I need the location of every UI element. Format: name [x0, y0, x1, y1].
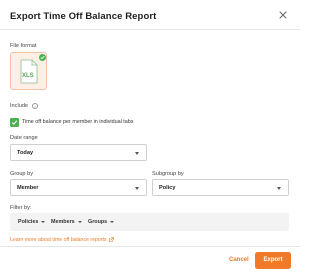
include-tabs-label: Time off balance per member in individua… — [22, 119, 134, 125]
include-label: Include — [10, 103, 29, 109]
info-icon[interactable]: i — [32, 103, 38, 109]
learn-more-link[interactable]: Learn more about time off balance report… — [10, 237, 114, 244]
chevron-down-icon — [135, 186, 139, 190]
export-report-dialog: Export Time Off Balance Report File form… — [0, 0, 300, 276]
group-by-value: Member — [17, 185, 39, 191]
date-range-value: Today — [17, 150, 34, 156]
cancel-button[interactable]: Cancel — [229, 257, 249, 263]
date-range-label: Date range — [10, 135, 38, 141]
filter-by-label: Filter by: — [10, 205, 32, 211]
footer-divider — [0, 246, 300, 247]
file-format-xls-option[interactable]: XLS — [10, 52, 47, 90]
chevron-down-icon — [41, 220, 46, 223]
include-tabs-checkbox[interactable] — [10, 118, 19, 127]
filter-policies-dropdown[interactable]: Policies — [18, 219, 46, 225]
filter-members-dropdown[interactable]: Members — [51, 219, 82, 225]
file-format-label: File format — [10, 43, 37, 49]
external-link-icon — [108, 237, 114, 244]
subgroup-by-value: Policy — [159, 185, 176, 191]
chevron-down-icon — [110, 220, 115, 223]
subgroup-by-label: Subgroup by — [152, 171, 184, 177]
chevron-down-icon — [77, 220, 82, 223]
filter-policies-label: Policies — [18, 219, 39, 225]
subgroup-by-select[interactable]: Policy — [152, 179, 289, 196]
chevron-down-icon — [135, 151, 139, 155]
group-by-label: Group by — [10, 171, 34, 177]
file-format-xls-label: XLS — [22, 73, 34, 79]
header-divider — [0, 29, 300, 30]
group-by-select[interactable]: Member — [10, 179, 147, 196]
selected-check-icon — [39, 54, 46, 61]
chevron-down-icon — [277, 186, 281, 190]
filter-members-label: Members — [51, 219, 75, 225]
filter-bar: Policies Members Groups — [10, 213, 289, 231]
date-range-select[interactable]: Today — [10, 144, 147, 161]
filter-groups-dropdown[interactable]: Groups — [88, 219, 115, 225]
close-icon[interactable] — [277, 9, 289, 21]
export-button[interactable]: Export — [255, 252, 291, 269]
dialog-title: Export Time Off Balance Report — [10, 11, 157, 22]
learn-more-text: Learn more about time off balance report… — [10, 237, 107, 243]
filter-groups-label: Groups — [88, 219, 108, 225]
